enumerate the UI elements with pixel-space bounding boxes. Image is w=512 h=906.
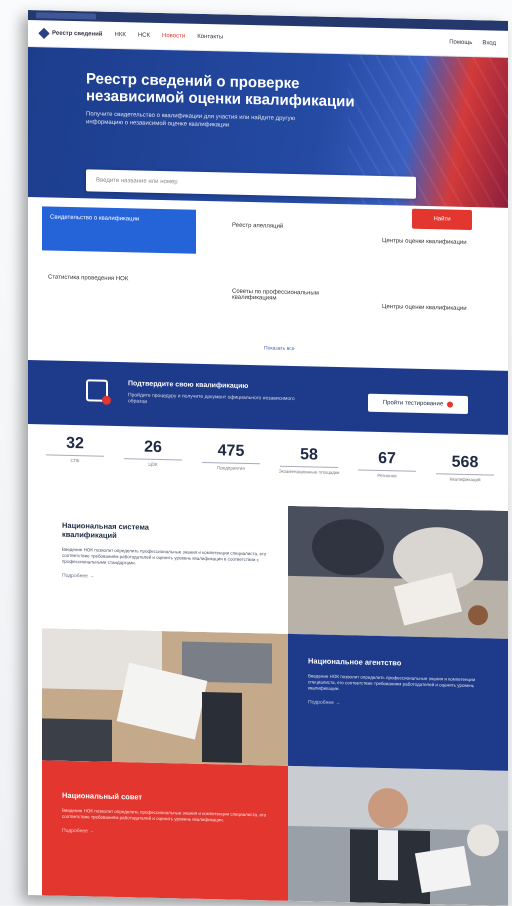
logo-text: Реестр сведений	[52, 30, 103, 38]
category-centers[interactable]: Центры оценки квалификации	[382, 238, 502, 247]
stat-value: 32	[66, 434, 84, 453]
arrow-circle-icon	[447, 401, 454, 408]
nav-item-contacts[interactable]: Контакты	[197, 34, 223, 41]
stat-label: Регионов	[377, 472, 397, 479]
photo-documents	[42, 628, 288, 766]
stat-label: ЦОК	[148, 461, 158, 467]
card-body: Введение НОК позволит определить професс…	[62, 546, 267, 566]
website-page: Реестр сведений НКК НСК Новости Контакты…	[28, 10, 508, 906]
search-placeholder: Введите название или номер	[96, 177, 178, 186]
documents-photo-image	[42, 628, 288, 766]
category-label: Свидетельство о квалификации	[50, 214, 140, 223]
card-more-link[interactable]: Подробнее →	[308, 699, 492, 709]
category-label: Советы по профессиональным квалификациям	[232, 288, 319, 302]
stat-regions: 67 Регионов	[352, 449, 422, 479]
stats-row: 32 СПК 26 ЦОК 475 Предприятия 58 Экзаменацио…	[40, 434, 508, 495]
category-appeals[interactable]: Реестр апелляций	[232, 223, 352, 232]
stat-value: 568	[451, 453, 479, 472]
card-national-council: Национальный совет Введение НОК позволит…	[42, 760, 288, 901]
nav-item-nkk[interactable]: НКК	[114, 32, 125, 38]
stat-label: Предприятия	[217, 465, 245, 471]
card-title: Национальная система квалификаций	[62, 520, 149, 541]
photo-meeting	[288, 505, 508, 639]
banner-subtitle: Пройдите процедуру и получите документ о…	[128, 392, 295, 405]
category-label: Центры оценки квалификации	[382, 238, 467, 246]
photo-businessman	[288, 765, 508, 906]
browser-tab[interactable]	[36, 12, 96, 20]
card-body: Введение НОК позволит определить професс…	[62, 807, 267, 823]
card-national-system: Национальная система квалификаций Введен…	[42, 500, 288, 634]
category-statistics[interactable]: Статистика проведения НОК	[48, 274, 198, 283]
stat-value: 67	[378, 449, 396, 468]
card-title: Национальное агентство	[308, 656, 402, 668]
show-all-link[interactable]: Показать все	[264, 345, 295, 352]
screenshot-stage: Реестр сведений НКК НСК Новости Контакты…	[0, 0, 512, 906]
stat-divider	[436, 473, 494, 476]
stat-spk: 32 СПК	[40, 434, 110, 464]
stat-divider	[124, 458, 182, 461]
stat-label: Экзаменационные площадки	[278, 468, 340, 476]
stat-enterprises: 475 Предприятия	[196, 442, 266, 472]
category-label: Реестр апелляций	[232, 222, 284, 230]
qualification-banner: Подтвердите свою квалификацию Пройдите п…	[28, 360, 508, 435]
stat-divider	[46, 454, 104, 457]
stat-value: 475	[217, 442, 245, 460]
category-certificate[interactable]: Свидетельство о квалификации	[42, 206, 196, 254]
card-national-agency: Национальное агентство Введение НОК позв…	[288, 633, 508, 771]
stat-exam-sites: 58 Экзаменационные площадки	[274, 446, 344, 476]
stat-divider	[280, 465, 338, 469]
category-centers-2[interactable]: Центры оценки квалификации	[382, 304, 502, 313]
businessman-photo-image	[288, 765, 508, 906]
card-more-link[interactable]: Подробнее →	[62, 573, 268, 584]
category-councils[interactable]: Советы по профессиональным квалификациям	[232, 289, 352, 304]
stat-qualifications: 568 Квалификаций	[430, 453, 500, 483]
stat-value: 58	[300, 446, 318, 464]
category-grid: Свидетельство о квалификации Реестр апел…	[42, 206, 502, 356]
logo-icon	[38, 27, 50, 40]
hero-title: Реестр сведений о проверке независимой о…	[86, 70, 355, 111]
nav-item-news[interactable]: Новости	[162, 33, 185, 40]
banner-title: Подтвердите свою квалификацию	[128, 380, 249, 391]
stat-divider	[202, 461, 260, 465]
card-more-link[interactable]: Подробнее →	[62, 828, 268, 839]
stat-label: Квалификаций	[449, 476, 481, 483]
site-logo[interactable]: Реестр сведений	[38, 27, 103, 40]
take-test-button[interactable]: Пройти тестирование	[368, 393, 468, 414]
card-body: Введение НОК позволит определить професс…	[308, 673, 476, 692]
stat-divider	[358, 469, 416, 472]
certificate-icon	[86, 379, 108, 402]
nav-login-link[interactable]: Вход	[482, 40, 496, 46]
hero-subtitle: Получите свидетельство о квалификации дл…	[86, 111, 296, 129]
nav-item-nsk[interactable]: НСК	[138, 32, 150, 38]
stat-tsok: 26 ЦОК	[118, 438, 188, 468]
take-test-label: Пройти тестирование	[382, 400, 444, 408]
category-label: Статистика проведения НОК	[48, 274, 129, 283]
stat-value: 26	[144, 438, 162, 457]
stat-label: СПК	[70, 457, 80, 464]
category-label: Центры оценки квалификации	[382, 304, 467, 312]
meeting-photo-image	[288, 505, 508, 639]
card-title: Национальный совет	[62, 790, 143, 802]
nav-help-link[interactable]: Помощь	[449, 40, 472, 47]
